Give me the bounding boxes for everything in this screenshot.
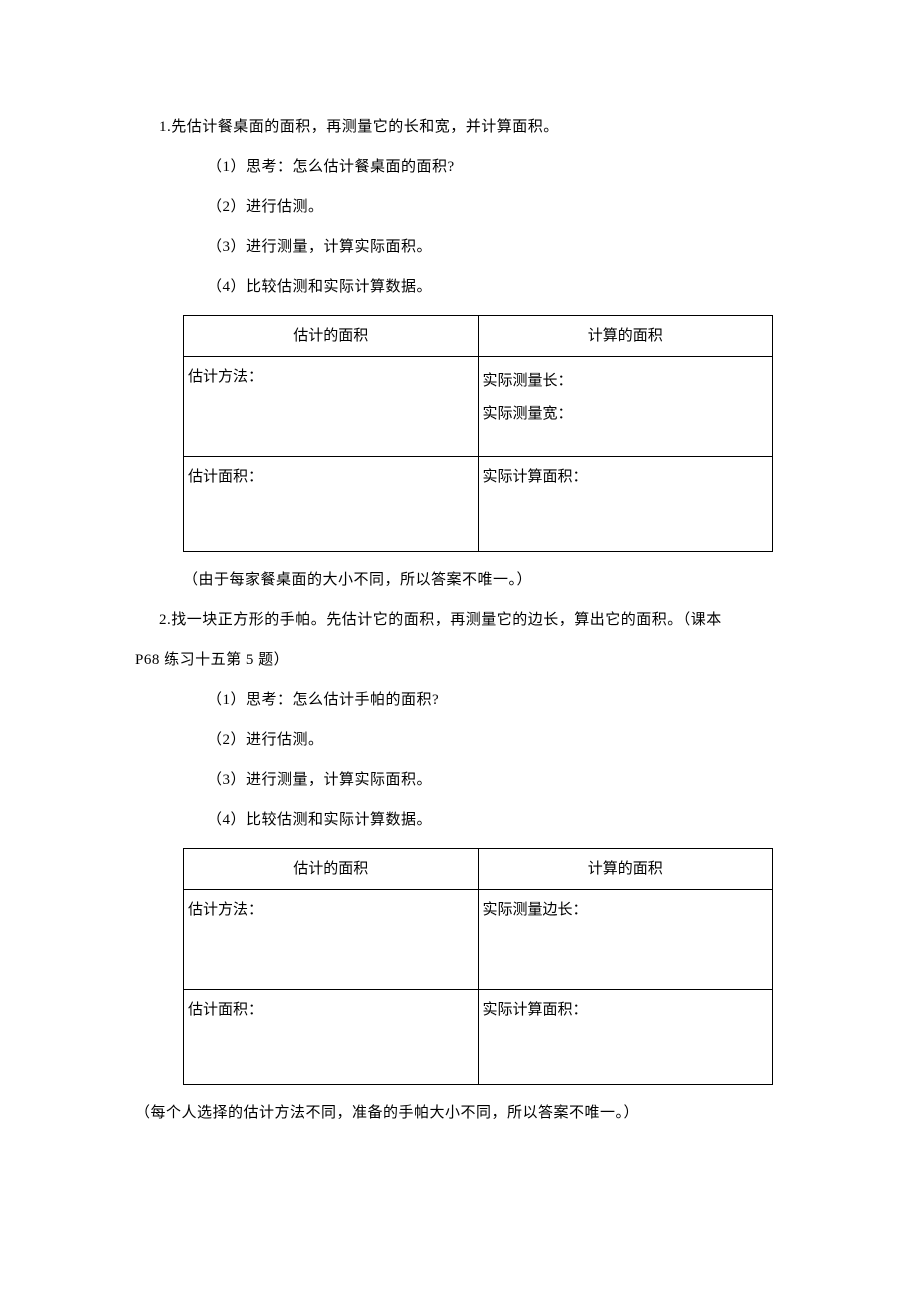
q1-note: （由于每家餐桌面的大小不同，所以答案不唯一。） — [135, 568, 790, 592]
q1-th-left: 估计的面积 — [184, 316, 479, 357]
q2-step-3: （3）进行测量，计算实际面积。 — [135, 768, 790, 792]
q2-step-4: （4）比较估测和实际计算数据。 — [135, 808, 790, 832]
q1-step-4: （4）比较估测和实际计算数据。 — [135, 275, 790, 299]
q1-title: 1.先估计餐桌面的面积，再测量它的长和宽，并计算面积。 — [135, 115, 790, 139]
q1-r1-right-a: 实际测量长： — [483, 365, 769, 398]
q1-r1-left: 估计方法： — [184, 357, 479, 457]
q1-r2-right: 实际计算面积： — [478, 457, 773, 552]
q2-r1-left: 估计方法： — [184, 890, 479, 990]
q2-r1-right: 实际测量边长： — [478, 890, 773, 990]
q2-r2-left: 估计面积： — [184, 990, 479, 1085]
q2-step-1: （1）思考：怎么估计手帕的面积? — [135, 688, 790, 712]
q2-title-line2: P68 练习十五第 5 题） — [135, 648, 790, 672]
q1-step-2: （2）进行估测。 — [135, 195, 790, 219]
q1-r1-right-b: 实际测量宽： — [483, 398, 769, 431]
q1-r2-left: 估计面积： — [184, 457, 479, 552]
q1-step-1: （1）思考：怎么估计餐桌面的面积? — [135, 155, 790, 179]
q1-step-3: （3）进行测量，计算实际面积。 — [135, 235, 790, 259]
q2-title-line1: 2.找一块正方形的手帕。先估计它的面积，再测量它的边长，算出它的面积。（课本 — [135, 608, 790, 632]
q2-r2-right: 实际计算面积： — [478, 990, 773, 1085]
q1-th-right: 计算的面积 — [478, 316, 773, 357]
q1-r1-right: 实际测量长： 实际测量宽： — [478, 357, 773, 457]
q2-step-2: （2）进行估测。 — [135, 728, 790, 752]
q2-th-left: 估计的面积 — [184, 849, 479, 890]
q2-note: （每个人选择的估计方法不同，准备的手帕大小不同，所以答案不唯一。） — [135, 1101, 790, 1125]
q2-th-right: 计算的面积 — [478, 849, 773, 890]
q1-table: 估计的面积 计算的面积 估计方法： 实际测量长： 实际测量宽： 估计面积： 实际… — [183, 315, 773, 552]
q2-table: 估计的面积 计算的面积 估计方法： 实际测量边长： 估计面积： 实际计算面积： — [183, 848, 773, 1085]
